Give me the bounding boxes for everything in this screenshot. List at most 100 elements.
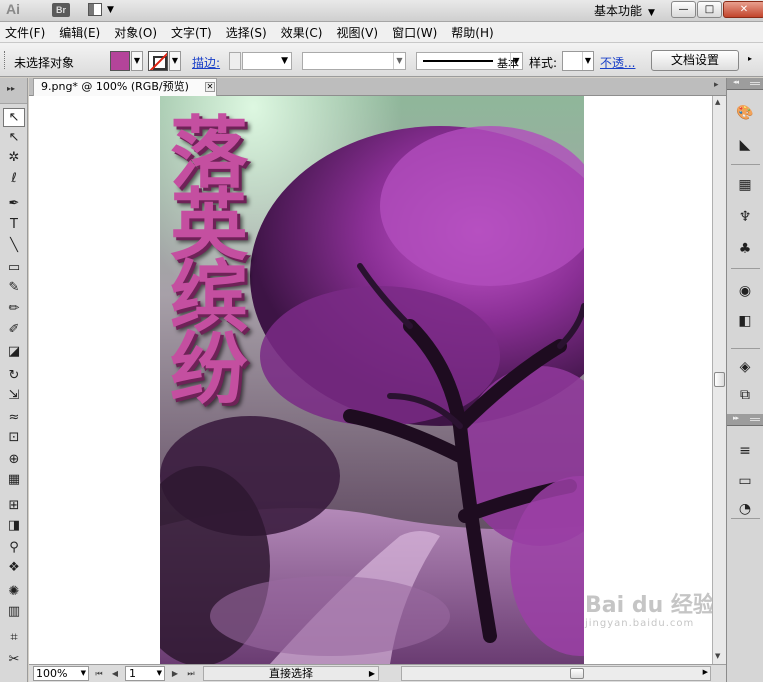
type-tool[interactable]: T [3,215,25,234]
stroke-weight-stepper[interactable] [229,52,241,70]
status-bar: 100% ▼ ⏮ ◀ 1 ▼ ▶ ⏭ 直接选择 ▶ ▶ [29,664,726,682]
menu-object[interactable]: 对象(O) [109,24,166,41]
gradient-panel-icon[interactable]: ▭ [733,470,757,492]
brush-definition-dropdown[interactable]: 基本 ▼ [416,52,523,70]
menu-type[interactable]: 文字(T) [166,24,221,41]
menu-window[interactable]: 窗口(W) [387,24,446,41]
layers-panel-icon[interactable]: ◈ [733,356,757,378]
vertical-scrollbar[interactable]: ▲ ▼ [712,96,726,664]
rotate-tool-icon: ↻ [8,368,20,383]
symbols-panel-icon[interactable]: ♣ [733,238,757,260]
pen-tool[interactable]: ✒ [3,194,25,213]
line-tool[interactable]: ╲ [3,236,25,255]
rotate-tool[interactable]: ↻ [3,366,25,385]
mesh-tool[interactable]: ⊞ [3,496,25,515]
chevron-down-icon: ▼ [648,8,655,18]
fill-color-swatch[interactable] [110,51,130,71]
magic-wand-tool-icon: ✲ [8,150,20,165]
stroke-weight-field[interactable]: ▼ [242,52,292,70]
stroke-color-swatch[interactable] [148,51,168,71]
first-artboard-button[interactable]: ⏮ [93,666,105,681]
dock-header[interactable]: ◂◂ [727,78,763,90]
transparency-panel-icon[interactable]: ◔ [733,498,757,520]
fill-dropdown[interactable]: ▼ [131,51,143,71]
menu-view[interactable]: 视图(V) [331,24,387,41]
variable-width-profile[interactable]: ▼ [302,52,406,70]
blob-brush-tool[interactable]: ✐ [3,320,25,339]
warp-tool[interactable]: ≈ [3,408,25,427]
next-artboard-button[interactable]: ▶ [169,666,181,681]
color-panel-icon[interactable]: 🎨 [733,102,757,124]
swatches-panel-icon[interactable]: ▦ [733,174,757,196]
scroll-up-icon[interactable]: ▲ [715,98,720,106]
document-setup-button[interactable]: 文档设置 [651,50,739,71]
rectangle-tool[interactable]: ▭ [3,258,25,277]
scale-tool-icon: ⇲ [8,388,20,403]
status-current-tool[interactable]: 直接选择 ▶ [203,666,379,681]
stroke-panel-link[interactable]: 描边: [192,54,220,71]
artboard-number-field[interactable]: 1 ▼ [125,666,165,681]
dock-header[interactable]: ▸▸ [727,414,763,426]
tools-panel-header[interactable]: ▸▸ [0,78,27,104]
slice-tool[interactable]: ✂ [3,650,25,669]
document-canvas[interactable]: 落 英 缤 纷 Bai du 经验 jingyan.baidu.com [29,96,712,664]
control-bar-grip[interactable] [4,51,7,69]
paintbrush-tool[interactable]: ✎ [3,278,25,297]
free-transform-tool-icon: ⊡ [8,430,20,445]
color-guide-panel-icon[interactable]: ◣ [733,134,757,156]
blend-tool[interactable]: ❖ [3,558,25,577]
chevron-down-icon: ▼ [107,5,114,15]
free-transform-tool[interactable]: ⊡ [3,428,25,447]
eraser-tool[interactable]: ◪ [3,342,25,361]
control-panel-menu-icon[interactable]: ▸ [748,54,752,63]
appearance-panel-icon[interactable]: ◉ [733,280,757,302]
last-artboard-button[interactable]: ⏭ [185,666,197,681]
scale-tool[interactable]: ⇲ [3,386,25,405]
opacity-panel-link[interactable]: 不透... [600,54,635,71]
close-window-button[interactable]: ✕ [723,1,763,18]
artboards-panel-icon[interactable]: ⧉ [733,384,757,406]
slice-tool-icon: ✂ [8,652,20,667]
tab-strip-menu-icon[interactable]: ▸ [714,80,719,90]
scroll-right-icon[interactable]: ▶ [703,668,708,676]
direct-selection-tool[interactable]: ↖ [3,128,25,147]
menu-edit[interactable]: 编辑(E) [54,24,109,41]
minimize-button[interactable]: — [671,1,696,18]
workspace-label: 基本功能 [594,4,643,18]
artboard-tool[interactable]: ⌗ [3,628,25,647]
stroke-dropdown[interactable]: ▼ [169,51,181,71]
previous-artboard-button[interactable]: ◀ [109,666,121,681]
workspace-switcher[interactable]: 基本功能 ▼ [594,2,655,19]
horizontal-scroll-thumb[interactable] [570,668,584,679]
lasso-tool[interactable]: ℓ [3,169,25,188]
pencil-tool[interactable]: ✏ [3,299,25,318]
close-document-icon[interactable]: ✕ [205,82,215,92]
vertical-scroll-thumb[interactable] [714,372,725,387]
perspective-grid-tool[interactable]: ▦ [3,470,25,489]
brushes-panel-icon[interactable]: ♆ [733,206,757,228]
maximize-button[interactable]: □ [697,1,722,18]
magic-wand-tool[interactable]: ✲ [3,148,25,167]
menu-help[interactable]: 帮助(H) [446,24,502,41]
arrange-documents-button[interactable]: ▼ [88,2,118,19]
dock-divider [731,164,760,165]
symbol-sprayer-tool[interactable]: ✺ [3,582,25,601]
menu-effect[interactable]: 效果(C) [276,24,332,41]
gradient-tool[interactable]: ◨ [3,516,25,535]
stroke-panel-icon[interactable]: ≡ [733,440,757,462]
graphic-styles-panel-icon[interactable]: ◧ [733,310,757,332]
zoom-level-field[interactable]: 100% ▼ [33,666,89,681]
shape-builder-tool[interactable]: ⊕ [3,450,25,469]
eyedropper-tool[interactable]: ⚲ [3,538,25,557]
scroll-down-icon[interactable]: ▼ [715,652,720,660]
artwork-title-text[interactable]: 落 英 缤 纷 [170,115,290,409]
horizontal-scrollbar[interactable]: ▶ [401,666,711,681]
menu-select[interactable]: 选择(S) [221,24,276,41]
document-tab[interactable]: 9.png* @ 100% (RGB/预览) ✕ [33,78,217,96]
bridge-button[interactable]: Br [52,3,70,17]
menu-file[interactable]: 文件(F) [0,24,54,41]
artboard-image[interactable]: 落 英 缤 纷 [160,96,584,664]
column-graph-tool[interactable]: ▥ [3,602,25,621]
selection-tool[interactable]: ↖ [3,108,25,127]
graphic-style-dropdown[interactable]: ▼ [562,51,594,71]
